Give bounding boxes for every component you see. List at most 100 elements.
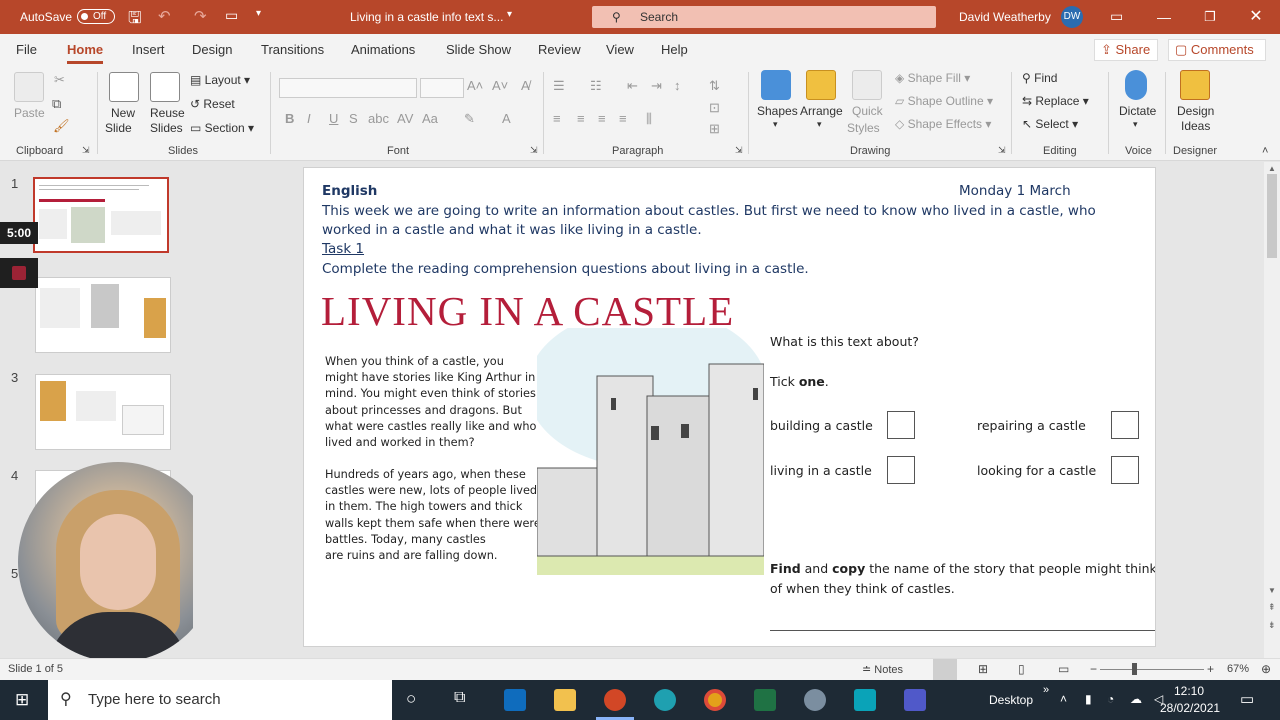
- line-spacing-icon[interactable]: ↕: [674, 78, 681, 93]
- font-size-box[interactable]: [420, 78, 464, 98]
- next-slide-icon[interactable]: ⇟: [1268, 620, 1276, 631]
- close-icon[interactable]: ✕: [1233, 0, 1279, 34]
- previous-slide-icon[interactable]: ⇞: [1268, 602, 1276, 613]
- scroll-thumb[interactable]: [1267, 174, 1277, 258]
- quick-styles-label-2[interactable]: Styles: [847, 121, 880, 135]
- slide-thumbnail-1[interactable]: [33, 177, 169, 253]
- justify-icon[interactable]: ≡: [619, 111, 627, 126]
- design-ideas-label[interactable]: Design: [1177, 104, 1214, 118]
- tab-insert[interactable]: Insert: [132, 42, 165, 57]
- redo-icon[interactable]: ↷: [194, 7, 207, 25]
- reuse-slides-label[interactable]: Reuse: [150, 106, 185, 120]
- copy-icon[interactable]: ⧉: [52, 96, 61, 112]
- search-box[interactable]: ⚲ Search: [592, 6, 936, 28]
- tab-design[interactable]: Design: [192, 42, 232, 57]
- align-center-icon[interactable]: ≡: [577, 111, 585, 126]
- store-icon[interactable]: [854, 689, 876, 711]
- increase-font-icon[interactable]: A˄: [467, 78, 483, 93]
- section-button[interactable]: ▭ Section ▾: [190, 121, 254, 135]
- zoom-slider-track[interactable]: [1100, 669, 1204, 670]
- tab-transitions[interactable]: Transitions: [261, 42, 324, 57]
- notifications-icon[interactable]: ▭: [1240, 690, 1254, 708]
- shapes-label[interactable]: Shapes: [757, 104, 798, 118]
- network-icon[interactable]: ◔: [1107, 692, 1114, 706]
- increase-indent-icon[interactable]: ⇥: [651, 78, 662, 94]
- cut-icon[interactable]: ✂: [54, 72, 65, 88]
- shape-fill-button[interactable]: ◈ Shape Fill ▾: [895, 71, 970, 85]
- onedrive-icon[interactable]: ☁: [1130, 692, 1142, 706]
- document-title[interactable]: Living in a castle info text s...: [350, 10, 503, 24]
- user-name[interactable]: David Weatherby: [959, 10, 1051, 24]
- save-icon[interactable]: 🖫: [128, 7, 142, 34]
- underline-button[interactable]: U: [329, 111, 338, 126]
- quick-styles-icon[interactable]: [852, 70, 882, 100]
- paragraph-launcher-icon[interactable]: ⇲: [735, 145, 743, 156]
- taskbar-search[interactable]: ⚲ Type here to search: [48, 680, 392, 720]
- powerpoint-icon[interactable]: [604, 689, 626, 711]
- spacing-icon[interactable]: AV: [397, 111, 413, 126]
- windows-start-icon[interactable]: ⊞: [15, 690, 29, 710]
- task-heading[interactable]: Task 1: [322, 241, 364, 257]
- paste-label[interactable]: Paste: [14, 106, 45, 120]
- edge-icon[interactable]: [654, 689, 676, 711]
- intro-line-1[interactable]: This week we are going to write an infor…: [322, 203, 1096, 219]
- tab-review[interactable]: Review: [538, 42, 581, 57]
- tab-help[interactable]: Help: [661, 42, 688, 57]
- dictate-dropdown-icon[interactable]: ▾: [1133, 119, 1138, 130]
- new-slide-icon[interactable]: [109, 72, 139, 102]
- title-dropdown-icon[interactable]: ▾: [507, 9, 512, 20]
- presenter-icon[interactable]: ▭: [225, 7, 238, 24]
- task-view-icon[interactable]: ⧉: [454, 689, 465, 707]
- tab-slide-show[interactable]: Slide Show: [446, 42, 511, 57]
- ribbon-display-icon[interactable]: ▭: [1110, 8, 1123, 25]
- date-text[interactable]: Monday 1 March: [959, 183, 1071, 199]
- shadow-button[interactable]: S: [349, 111, 358, 126]
- reading-view-icon[interactable]: ▯: [1018, 662, 1025, 676]
- option-checkbox[interactable]: [1111, 411, 1139, 439]
- toolbar-expand-icon[interactable]: »: [1043, 684, 1049, 696]
- clear-format-icon[interactable]: A̸: [521, 78, 530, 93]
- find-button[interactable]: ⚲ Find: [1022, 71, 1057, 85]
- stop-recording-button[interactable]: [0, 258, 38, 288]
- slide-thumbnail-3[interactable]: [35, 374, 171, 450]
- design-ideas-icon[interactable]: [1180, 70, 1210, 100]
- teams-icon[interactable]: [904, 689, 926, 711]
- shape-effects-button[interactable]: ◇ Shape Effects ▾: [895, 117, 991, 131]
- slide-sorter-icon[interactable]: ⊞: [978, 662, 988, 676]
- columns-icon[interactable]: ⫼: [646, 111, 652, 127]
- dictate-label[interactable]: Dictate: [1119, 104, 1156, 118]
- notes-button[interactable]: ≐ Notes: [862, 663, 903, 676]
- hidden-icons-chevron-icon[interactable]: ˄: [1060, 692, 1067, 706]
- outlook-icon[interactable]: [504, 689, 526, 711]
- option-checkbox[interactable]: [887, 456, 915, 484]
- share-button[interactable]: ⇪ Share: [1094, 39, 1158, 61]
- task-instruction[interactable]: Complete the reading comprehension quest…: [322, 261, 809, 277]
- new-slide-label[interactable]: New: [111, 106, 135, 120]
- clock-date[interactable]: 28/02/2021: [1160, 701, 1220, 715]
- shapes-icon[interactable]: [761, 70, 791, 100]
- reset-button[interactable]: ↺ Reset: [190, 97, 235, 111]
- shapes-dropdown-icon[interactable]: ▾: [773, 119, 778, 130]
- undo-icon[interactable]: ↶: [158, 7, 171, 25]
- text-direction-icon[interactable]: ⇅: [709, 78, 720, 94]
- paste-icon[interactable]: [14, 72, 44, 102]
- align-left-icon[interactable]: ≡: [553, 111, 561, 126]
- decrease-font-icon[interactable]: A˅: [492, 78, 508, 93]
- intro-line-2[interactable]: worked in a castle and what it was like …: [322, 222, 702, 238]
- option-checkbox[interactable]: [887, 411, 915, 439]
- snipping-tool-icon[interactable]: [804, 689, 826, 711]
- normal-view-icon[interactable]: [933, 659, 957, 680]
- quick-access-dropdown-icon[interactable]: ▾: [256, 8, 261, 19]
- slide[interactable]: English Monday 1 March This week we are …: [303, 167, 1156, 647]
- option-checkbox[interactable]: [1111, 456, 1139, 484]
- autosave-toggle[interactable]: Off: [77, 9, 115, 24]
- font-name-box[interactable]: [279, 78, 417, 98]
- font-color-icon[interactable]: A: [502, 111, 511, 126]
- zoom-in-icon[interactable]: +: [1207, 662, 1214, 676]
- tab-file[interactable]: File: [16, 42, 37, 57]
- quick-styles-label[interactable]: Quick: [852, 104, 883, 118]
- clipboard-launcher-icon[interactable]: ⇲: [82, 145, 90, 156]
- slideshow-icon[interactable]: ▭: [1058, 662, 1069, 676]
- slide-thumbnail-2[interactable]: [35, 277, 171, 353]
- align-right-icon[interactable]: ≡: [598, 111, 606, 126]
